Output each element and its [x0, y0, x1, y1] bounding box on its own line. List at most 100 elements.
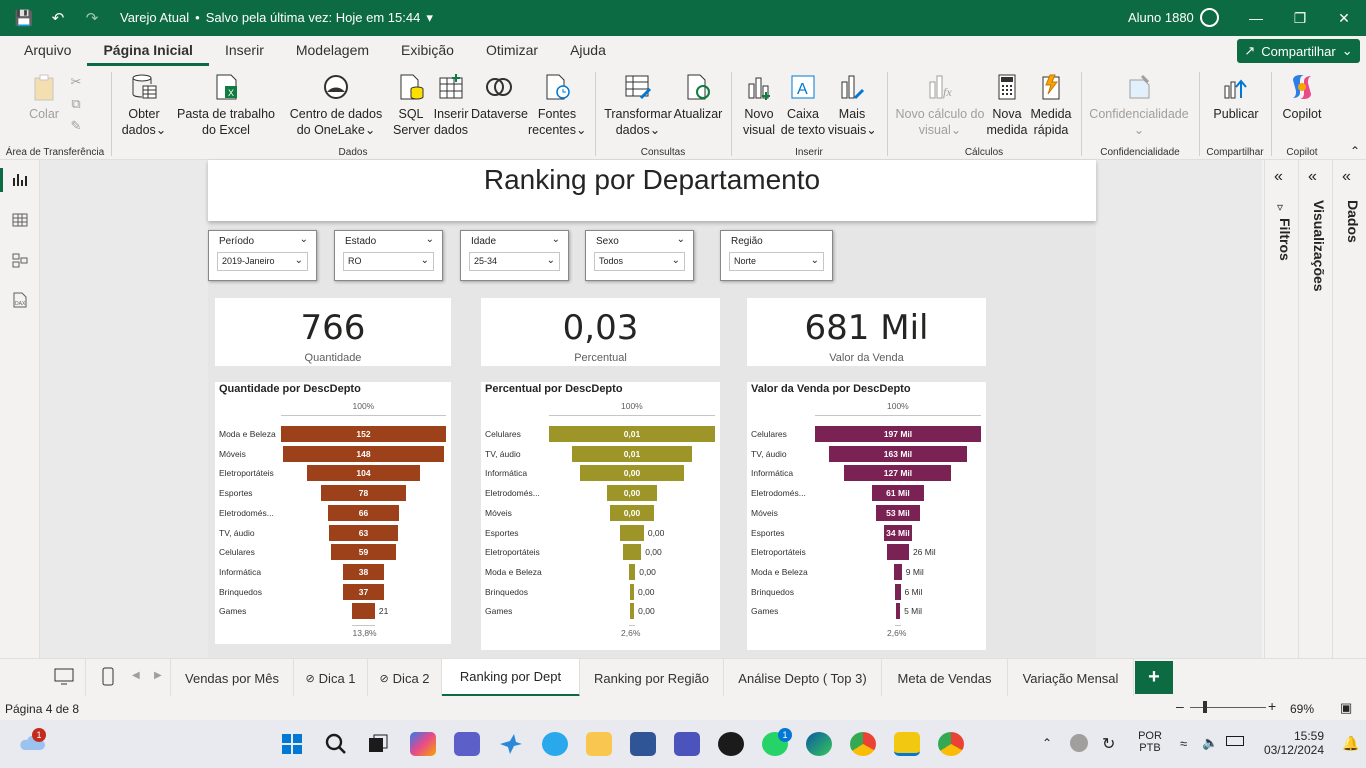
new-measure-button[interactable]: Nova medida: [986, 72, 1028, 138]
avatar[interactable]: [1200, 8, 1219, 27]
data-pane[interactable]: « Dados: [1332, 160, 1366, 658]
slicer-dropdown[interactable]: 25-34 ⌄: [469, 252, 560, 271]
desktop-layout-icon[interactable]: [42, 659, 86, 697]
funnel-percentual[interactable]: Percentual por DescDepto 100% Celulares 0,0…: [481, 382, 720, 650]
next-page-icon[interactable]: ▶: [154, 670, 162, 681]
volume-icon[interactable]: 🔈: [1202, 735, 1218, 751]
copilot-app-icon[interactable]: [410, 732, 436, 756]
task-view-icon[interactable]: [366, 732, 392, 756]
insert-data-button[interactable]: Inserir dados: [432, 72, 470, 138]
tab-ajuda[interactable]: Ajuda: [554, 36, 622, 66]
recent-sources-button[interactable]: Fontes recentes⌄: [528, 72, 586, 138]
telegram-icon[interactable]: [542, 732, 568, 756]
redo-icon[interactable]: ↷: [82, 8, 102, 28]
share-button[interactable]: ↗ Compartilhar ⌄: [1237, 39, 1360, 63]
zoom-level[interactable]: 69%: [1290, 702, 1314, 716]
chrome-icon[interactable]: [850, 732, 876, 756]
format-painter-icon[interactable]: ✎: [66, 118, 86, 134]
onelake-button[interactable]: Centro de dados do OneLake⌄: [282, 72, 390, 138]
document-title[interactable]: Varejo Atual • Salvo pela última vez: Hoje…: [120, 10, 439, 26]
tab-vendas-por-mes[interactable]: Vendas por Mês: [170, 659, 294, 697]
tab-ranking-por-regiao[interactable]: Ranking por Região: [580, 659, 724, 697]
chrome-profile-icon[interactable]: [938, 732, 964, 756]
tab-exibicao[interactable]: Exibição: [385, 36, 470, 66]
undo-icon[interactable]: ↶: [48, 8, 68, 28]
funnel-valor-venda[interactable]: Valor da Venda por DescDepto 100% Celulare…: [747, 382, 986, 650]
file-explorer-icon[interactable]: [586, 732, 612, 756]
tab-variacao-mensal[interactable]: Variação Mensal: [1008, 659, 1134, 697]
tab-dica-1[interactable]: ⊘ Dica 1: [294, 659, 368, 697]
paste-button[interactable]: Colar: [24, 72, 64, 122]
dell-icon[interactable]: [718, 732, 744, 756]
notification-bell-icon[interactable]: 🔔: [1342, 735, 1359, 752]
card-percentual[interactable]: 0,03 Percentual: [481, 298, 720, 366]
search-icon[interactable]: [324, 732, 350, 756]
zoom-in-icon[interactable]: +: [1268, 698, 1276, 714]
slicer-idade[interactable]: Idade ⌄ 25-34 ⌄: [460, 230, 569, 281]
teams-icon[interactable]: [454, 732, 480, 756]
chevron-up-icon[interactable]: ⌃: [1042, 736, 1052, 750]
close-icon[interactable]: ✕: [1336, 10, 1352, 27]
power-bi-icon[interactable]: [894, 732, 920, 756]
sql-server-button[interactable]: SQL Server: [393, 72, 430, 138]
tab-arquivo[interactable]: Arquivo: [8, 36, 87, 66]
card-valor-venda[interactable]: 681 Mil Valor da Venda: [747, 298, 986, 366]
tab-modelagem[interactable]: Modelagem: [280, 36, 385, 66]
zoom-thumb[interactable]: [1203, 701, 1208, 713]
tab-dica-2[interactable]: ⊘ Dica 2: [368, 659, 442, 697]
funnel-quantidade[interactable]: Quantidade por DescDepto 100% Moda e Belez…: [215, 382, 451, 644]
sensitivity-button[interactable]: Confidencialidade ⌄: [1089, 72, 1189, 138]
wifi-icon[interactable]: ≈: [1180, 736, 1187, 751]
refresh-button[interactable]: Atualizar: [673, 72, 723, 122]
card-quantidade[interactable]: 766 Quantidade: [215, 298, 451, 366]
tab-ranking-por-dept[interactable]: Ranking por Dept: [442, 659, 580, 697]
report-view-icon[interactable]: [10, 170, 30, 190]
publish-button[interactable]: Publicar: [1208, 72, 1264, 122]
transform-data-button[interactable]: Transformar dados⌄: [603, 72, 673, 138]
sync-icon[interactable]: ↻: [1102, 734, 1115, 754]
cut-icon[interactable]: ✂: [66, 74, 86, 90]
copilot-button[interactable]: Copilot: [1280, 72, 1324, 122]
save-icon[interactable]: 💾: [14, 8, 34, 28]
collapse-ribbon-icon[interactable]: ⌃: [1350, 144, 1360, 158]
zoom-slider[interactable]: [1190, 707, 1266, 708]
chevron-down-icon[interactable]: ⌄: [552, 234, 560, 245]
mobile-layout-icon[interactable]: [86, 659, 130, 697]
edge-icon[interactable]: [806, 732, 832, 756]
tab-otimizar[interactable]: Otimizar: [470, 36, 554, 66]
user-name[interactable]: Aluno 1880: [1128, 10, 1194, 25]
new-visual-calculation-button[interactable]: fx Novo cálculo do visual⌄: [895, 72, 985, 138]
chevrons-left-icon[interactable]: «: [1274, 168, 1283, 186]
dax-query-icon[interactable]: DAX: [10, 290, 30, 310]
slicer-sexo[interactable]: Sexo ⌄ Todos ⌄: [585, 230, 694, 281]
slicer-estado[interactable]: Estado ⌄ RO ⌄: [334, 230, 443, 281]
table-view-icon[interactable]: [10, 210, 30, 230]
slicer-regiao[interactable]: Região Norte ⌄: [720, 230, 833, 281]
language-indicator[interactable]: POR PTB: [1138, 730, 1162, 754]
zoom-out-icon[interactable]: –: [1176, 698, 1184, 714]
slicer-dropdown[interactable]: RO ⌄: [343, 252, 434, 271]
windows-start-icon[interactable]: [280, 732, 306, 756]
excel-workbook-button[interactable]: X Pasta de trabalho do Excel: [170, 72, 282, 138]
chevrons-left-icon[interactable]: «: [1342, 168, 1351, 186]
bird-app-icon[interactable]: [498, 732, 524, 756]
dataverse-button[interactable]: Dataverse: [471, 72, 528, 122]
get-data-button[interactable]: Obter dados⌄: [118, 72, 170, 138]
model-view-icon[interactable]: [10, 250, 30, 270]
tab-pagina-inicial[interactable]: Página Inicial: [87, 36, 209, 66]
new-visual-button[interactable]: Novo visual: [741, 72, 777, 138]
minimize-icon[interactable]: —: [1248, 10, 1264, 26]
report-title-box[interactable]: Ranking por Departamento: [208, 160, 1096, 221]
security-icon[interactable]: [1070, 734, 1088, 752]
more-visuals-button[interactable]: Mais visuais⌄: [828, 72, 877, 138]
chevron-down-icon[interactable]: ⌄: [426, 234, 434, 245]
slicer-dropdown[interactable]: 2019-Janeiro ⌄: [217, 252, 308, 271]
chevron-down-icon[interactable]: ⌄: [677, 234, 685, 245]
prev-page-icon[interactable]: ◀: [132, 670, 140, 681]
fit-page-icon[interactable]: ▣: [1340, 700, 1352, 716]
slicer-dropdown[interactable]: Todos ⌄: [594, 252, 685, 271]
teams-work-icon[interactable]: [674, 732, 700, 756]
tab-meta-de-vendas[interactable]: Meta de Vendas: [882, 659, 1008, 697]
quick-measure-button[interactable]: Medida rápida: [1029, 72, 1073, 138]
chevron-down-icon[interactable]: ⌄: [300, 234, 308, 245]
